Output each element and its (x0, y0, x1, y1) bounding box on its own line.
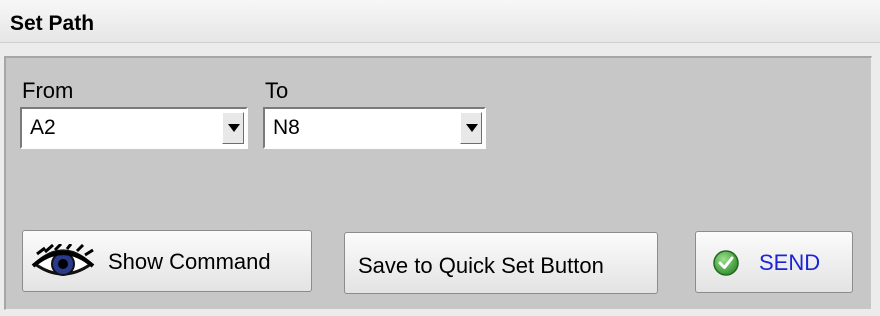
check-circle-icon (712, 249, 740, 277)
save-quick-set-label: Save to Quick Set Button (358, 253, 604, 278)
save-quick-set-button[interactable]: Save to Quick Set Button (344, 232, 658, 294)
window-title: Set Path (10, 12, 95, 35)
from-dropdown-button[interactable] (222, 112, 244, 144)
from-select-value: A2 (30, 116, 56, 139)
send-label: SEND (759, 250, 821, 275)
to-dropdown-button[interactable] (460, 112, 482, 144)
send-button[interactable]: SEND (695, 231, 853, 293)
show-command-button[interactable]: Show Command (22, 230, 312, 292)
chevron-down-icon (466, 124, 478, 132)
to-select-value: N8 (273, 116, 300, 139)
chevron-down-icon (228, 124, 240, 132)
set-path-window: Set Path From A2 To N8 Show Command Save… (0, 0, 880, 316)
eye-icon (31, 244, 95, 282)
from-select[interactable]: A2 (20, 107, 248, 149)
to-select[interactable]: N8 (263, 107, 486, 149)
titlebar: Set Path (0, 0, 880, 43)
show-command-label: Show Command (108, 249, 271, 274)
from-label: From (22, 78, 74, 103)
to-label: To (265, 78, 289, 103)
